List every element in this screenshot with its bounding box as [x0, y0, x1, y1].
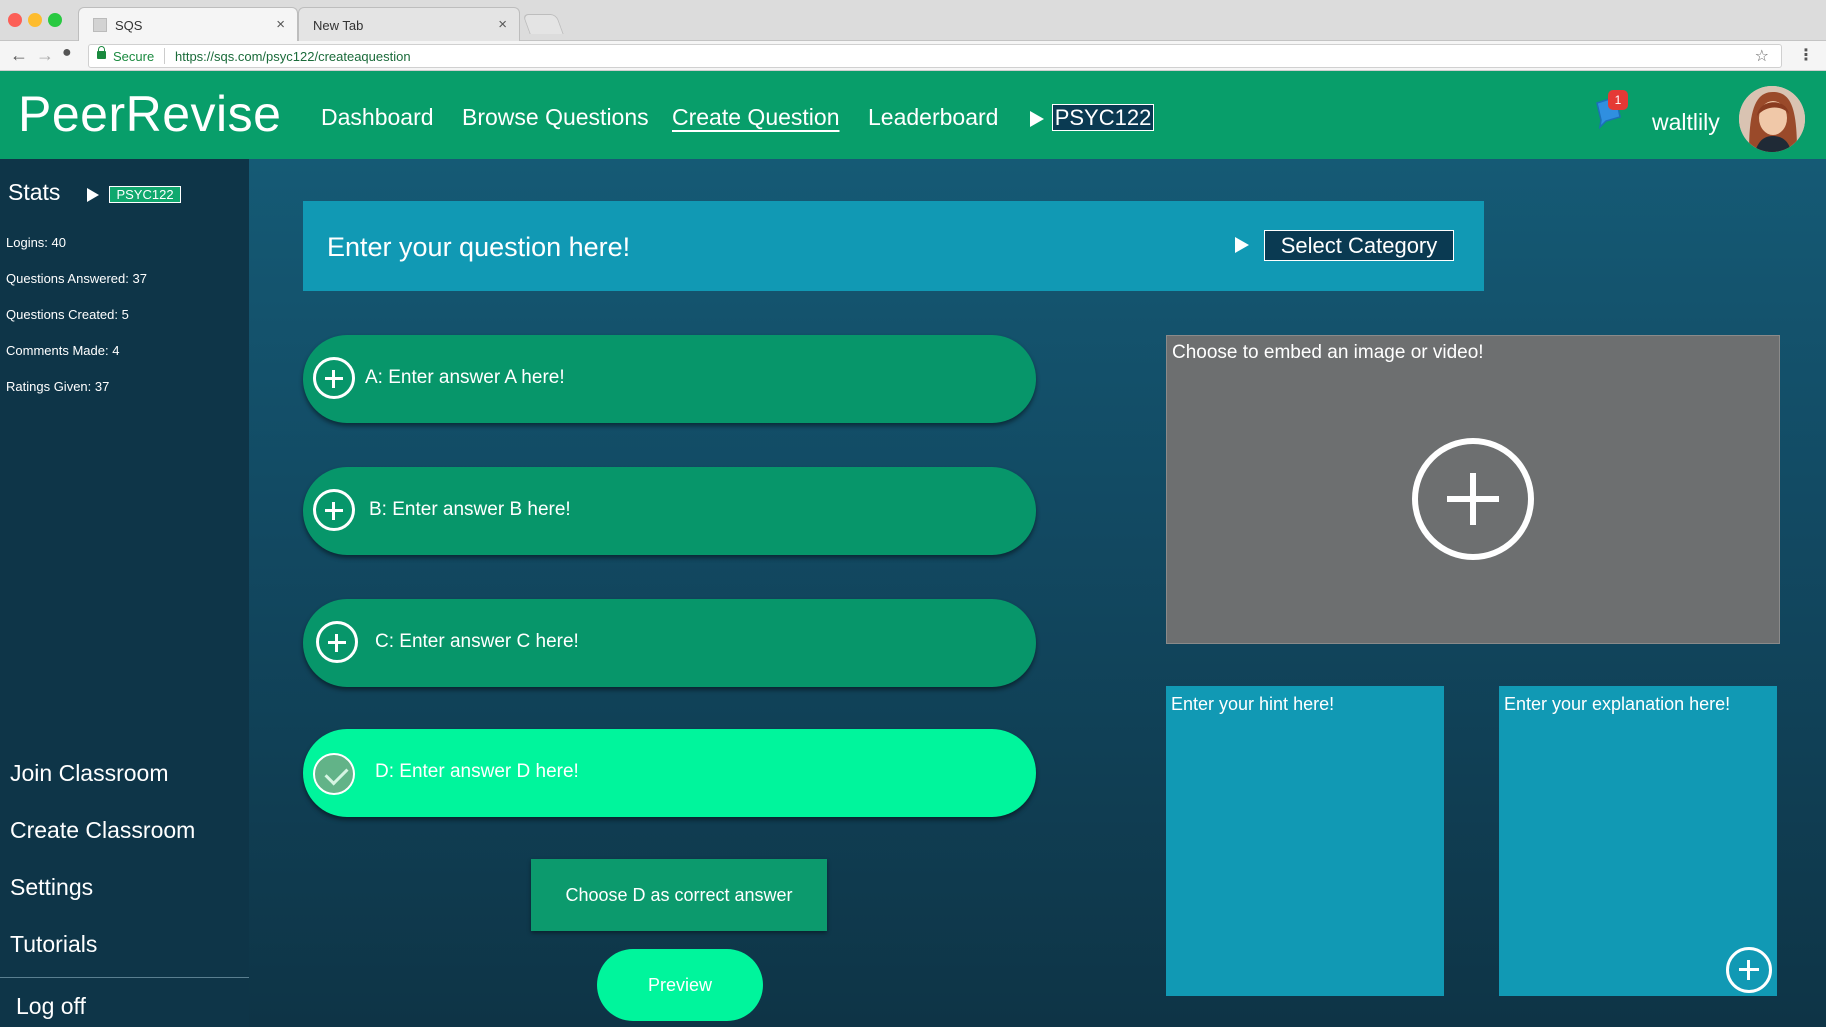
answer-label: C: Enter answer C here! [375, 631, 579, 652]
sidebar-item-create-classroom[interactable]: Create Classroom [10, 817, 195, 844]
maximize-window-button[interactable] [48, 13, 62, 27]
main-content: Enter your question here! Select Categor… [249, 159, 1826, 1027]
add-circle-icon[interactable] [313, 489, 355, 531]
stat-comments-made: Comments Made: 4 [6, 343, 120, 358]
sidebar-item-join-classroom[interactable]: Join Classroom [10, 760, 169, 787]
play-arrow-icon [1235, 237, 1249, 253]
new-tab-button[interactable] [522, 14, 564, 34]
tab-title: SQS [115, 18, 143, 33]
course-selector[interactable]: PSYC122 [1052, 104, 1154, 131]
answer-label: D: Enter answer D here! [375, 761, 579, 782]
nav-dashboard[interactable]: Dashboard [321, 104, 434, 131]
nav-leaderboard[interactable]: Leaderboard [868, 104, 998, 131]
avatar[interactable] [1739, 86, 1805, 152]
forward-arrow-icon[interactable]: → [36, 45, 54, 66]
url-text: https://sqs.com/psyc122/createaquestion [175, 49, 411, 64]
browser-tab-sqs[interactable]: SQS × [78, 7, 298, 41]
media-label: Choose to embed an image or video! [1172, 342, 1484, 363]
stat-questions-created: Questions Created: 5 [6, 307, 129, 322]
stat-questions-answered: Questions Answered: 37 [6, 271, 147, 286]
explanation-placeholder: Enter your explanation here! [1504, 694, 1731, 714]
sidebar-course-selector[interactable]: PSYC122 [109, 186, 181, 203]
answer-a-field[interactable]: A: Enter answer A here! [303, 335, 1036, 423]
lock-icon [97, 46, 106, 59]
answer-d-field[interactable]: D: Enter answer D here! [303, 729, 1036, 817]
close-window-button[interactable] [8, 13, 22, 27]
back-arrow-icon[interactable]: ← [10, 45, 28, 66]
app-header: PeerRevise Dashboard Browse Questions Cr… [0, 71, 1826, 159]
add-explanation-icon[interactable] [1726, 947, 1772, 993]
add-circle-icon[interactable] [313, 357, 355, 399]
browser-tab-new[interactable]: New Tab × [298, 7, 520, 41]
stats-title: Stats [8, 179, 61, 205]
url-divider [164, 48, 165, 64]
select-category-dropdown[interactable]: Select Category [1264, 230, 1454, 261]
user-photo-icon [1739, 86, 1805, 152]
reload-icon[interactable]: ● [62, 44, 72, 62]
log-off-button[interactable]: Log off [16, 993, 86, 1020]
stat-logins: Logins: 40 [6, 235, 66, 250]
close-tab-icon[interactable]: × [498, 16, 507, 33]
media-embed-area[interactable]: Choose to embed an image or video! [1166, 335, 1780, 644]
notification-badge: 1 [1608, 90, 1628, 110]
question-placeholder: Enter your question here! [327, 232, 631, 262]
url-field[interactable]: Secure https://sqs.com/psyc122/createaqu… [88, 44, 1782, 68]
secure-label: Secure [113, 49, 155, 64]
stat-ratings-given: Ratings Given: 37 [6, 379, 110, 394]
hint-field[interactable]: Enter your hint here! [1166, 686, 1444, 996]
sidebar: Stats PSYC122 Logins: 40 Questions Answe… [0, 159, 249, 1027]
sidebar-item-settings[interactable]: Settings [10, 874, 93, 901]
answer-label: A: Enter answer A here! [365, 367, 565, 388]
add-circle-icon[interactable] [316, 621, 358, 663]
question-input[interactable]: Enter your question here! Select Categor… [303, 201, 1484, 291]
answer-c-field[interactable]: C: Enter answer C here! [303, 599, 1036, 687]
address-bar: ← → ● Secure https://sqs.com/psyc122/cre… [0, 41, 1826, 71]
answer-b-field[interactable]: B: Enter answer B here! [303, 467, 1036, 555]
hint-placeholder: Enter your hint here! [1171, 694, 1335, 714]
username[interactable]: waltlily [1652, 109, 1720, 136]
choose-correct-answer-button[interactable]: Choose D as correct answer [531, 859, 827, 931]
sidebar-divider [0, 977, 249, 978]
answer-label: B: Enter answer B here! [369, 499, 571, 520]
nav-create-question[interactable]: Create Question [672, 104, 839, 131]
close-tab-icon[interactable]: × [276, 16, 285, 33]
add-media-icon[interactable] [1412, 438, 1534, 560]
preview-button[interactable]: Preview [597, 949, 763, 1021]
sidebar-item-tutorials[interactable]: Tutorials [10, 931, 97, 958]
browser-tab-bar: SQS × New Tab × [0, 0, 1826, 41]
bookmark-star-icon[interactable]: ☆ [1755, 46, 1769, 66]
tab-title: New Tab [313, 18, 364, 33]
explanation-field[interactable]: Enter your explanation here! [1499, 686, 1777, 996]
minimize-window-button[interactable] [28, 13, 42, 27]
logo[interactable]: PeerRevise [18, 85, 281, 143]
browser-menu-icon[interactable]: ⋮ [1798, 45, 1814, 65]
nav-browse-questions[interactable]: Browse Questions [462, 104, 649, 131]
page-icon [93, 18, 107, 32]
play-arrow-icon [87, 188, 99, 202]
check-circle-icon[interactable] [313, 753, 355, 795]
play-arrow-icon [1030, 111, 1044, 127]
